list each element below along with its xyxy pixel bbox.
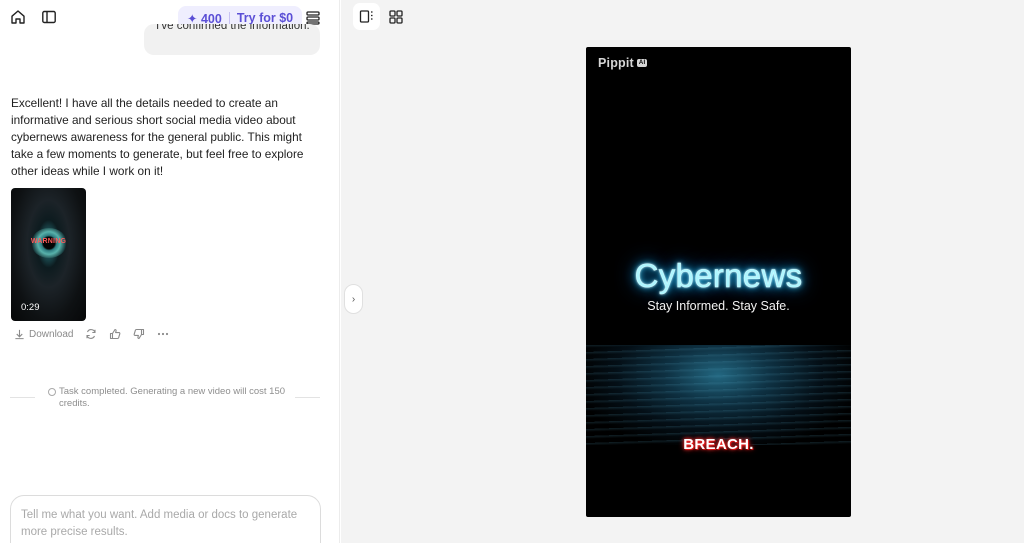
video-duration: 0:29 — [21, 302, 40, 313]
thumbnail-warning-text: WARNING — [30, 238, 67, 245]
assistant-message: Excellent! I have all the details needed… — [11, 96, 304, 178]
more-options-button[interactable] — [157, 328, 169, 340]
video-headline: Cybernews — [634, 257, 803, 295]
more-icon — [158, 332, 169, 336]
video-tagline: Stay Informed. Stay Safe. — [647, 299, 790, 313]
prompt-input[interactable]: Tell me what you want. Add media or docs… — [10, 495, 321, 543]
single-view-button[interactable] — [353, 3, 380, 30]
download-button[interactable]: Download — [14, 329, 73, 340]
status-text: Task completed. Generating a new video w… — [59, 386, 286, 409]
logo-badge: AI — [636, 59, 648, 67]
panel-view-icon — [359, 10, 373, 23]
video-thumbnail[interactable]: WARNING 0:29 — [11, 188, 86, 321]
status-divider-left — [10, 397, 35, 398]
dislike-button[interactable] — [133, 328, 145, 340]
try-button[interactable]: Try for $0 — [237, 11, 293, 25]
task-status: Task completed. Generating a new video w… — [10, 386, 320, 416]
credits-divider — [228, 11, 230, 25]
user-message-text: I've confirmed the information. — [156, 24, 310, 32]
prompt-placeholder: Tell me what you want. Add media or docs… — [21, 509, 298, 538]
chevron-right-icon: › — [351, 293, 356, 305]
thumbs-down-icon — [134, 328, 145, 340]
chat-panel: ✦ 400 Try for $0 I've confirmed the info… — [0, 0, 340, 543]
like-button[interactable] — [109, 328, 121, 340]
home-icon[interactable] — [5, 4, 31, 30]
digital-water-graphic — [586, 345, 851, 445]
collapse-panel-button[interactable]: › — [344, 284, 363, 314]
sidebar-toggle-icon[interactable] — [36, 4, 62, 30]
check-circle-icon — [48, 388, 56, 396]
grid-view-button[interactable] — [382, 3, 409, 30]
user-message-bubble: I've confirmed the information. — [144, 24, 320, 55]
logo-text: Pippit — [598, 56, 634, 70]
download-icon — [15, 329, 24, 339]
regenerate-button[interactable] — [85, 328, 97, 340]
pippit-logo: Pippit AI — [598, 56, 648, 70]
thumbs-up-icon — [110, 328, 121, 340]
refresh-icon — [86, 329, 97, 339]
video-preview[interactable]: Pippit AI Cybernews Stay Informed. Stay … — [586, 47, 851, 517]
status-divider-right — [295, 397, 320, 398]
download-label: Download — [29, 328, 74, 340]
message-actions: Download — [14, 326, 181, 342]
grid-icon — [388, 9, 403, 24]
video-caption: BREACH. — [683, 436, 754, 453]
